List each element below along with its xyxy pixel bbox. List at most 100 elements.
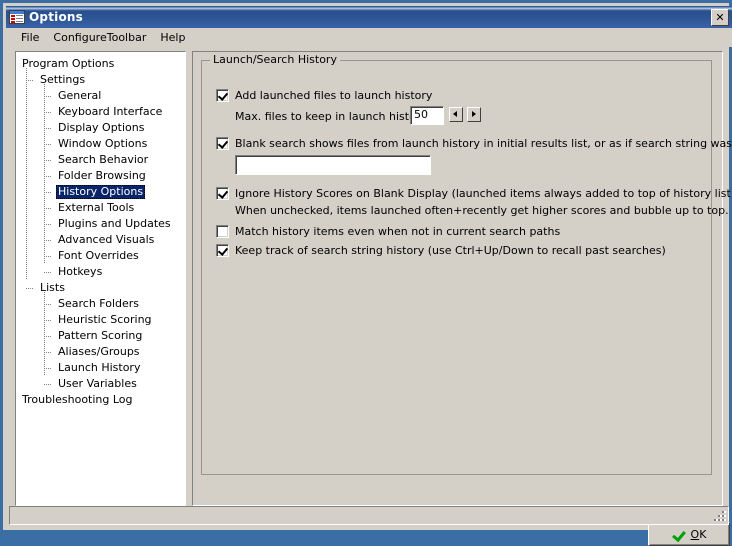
tree-connector	[44, 208, 51, 209]
tree-item-label: User Variables	[58, 377, 137, 390]
title-bar: Options ✕	[6, 6, 732, 28]
ok-rest: K	[699, 527, 707, 541]
tree-connector	[44, 240, 51, 241]
checkbox-row-ignore-scores[interactable]: Ignore History Scores on Blank Display (…	[216, 187, 732, 200]
label-add-launched: Add launched files to launch history	[235, 89, 433, 102]
tree-item-folder-browsing[interactable]: Folder Browsing	[16, 168, 185, 184]
tree-item-heuristic-scoring[interactable]: Heuristic Scoring	[16, 312, 185, 328]
tree-connector	[44, 292, 45, 376]
menu-item-help[interactable]: Help	[154, 30, 193, 46]
tree-item-display-options[interactable]: Display Options	[16, 120, 185, 136]
tree-item-label: General	[58, 89, 102, 102]
checkbox-match-history[interactable]	[216, 225, 229, 238]
tree-item-label: Advanced Visuals	[58, 233, 155, 246]
tree-item-user-variables[interactable]: User Variables	[16, 376, 185, 392]
tree-connector	[44, 192, 51, 193]
tree-connector	[44, 160, 51, 161]
tree-connector	[44, 304, 51, 305]
note-ignore-scores: When unchecked, items launched often+rec…	[235, 204, 729, 217]
tree-item-lists[interactable]: Lists	[16, 280, 185, 296]
tree-item-label: External Tools	[58, 201, 135, 214]
tree-item-history-options[interactable]: History Options	[16, 184, 185, 200]
ok-accel: O	[690, 527, 700, 541]
status-bar	[9, 506, 729, 525]
resize-grip-icon[interactable]	[714, 511, 726, 523]
tree-connector	[44, 256, 51, 257]
tree-item-plugins-and-updates[interactable]: Plugins and Updates	[16, 216, 185, 232]
triangle-right-icon[interactable]	[467, 107, 481, 122]
tree-connector	[44, 224, 51, 225]
tree-item-label: Aliases/Groups	[58, 345, 140, 358]
tree-connector	[44, 272, 51, 273]
checkbox-add-launched[interactable]	[216, 89, 229, 102]
tree-connector	[44, 320, 51, 321]
triangle-left-icon[interactable]	[449, 107, 463, 122]
options-tree: Program Options Settings General Keyboard I…	[16, 52, 185, 408]
tree-connector	[44, 368, 51, 369]
close-button[interactable]: ✕	[711, 8, 729, 26]
tree-connector	[44, 384, 51, 385]
tree-item-label: Display Options	[58, 121, 145, 134]
tree-item-aliases-groups[interactable]: Aliases/Groups	[16, 344, 185, 360]
input-max-files[interactable]: 50	[410, 106, 444, 125]
tree-item-label: Keyboard Interface	[58, 105, 163, 118]
tree-connector	[44, 176, 51, 177]
ok-button[interactable]: OK	[648, 522, 730, 546]
tree-connector	[44, 84, 45, 264]
tree-item-pattern-scoring[interactable]: Pattern Scoring	[16, 328, 185, 344]
tree-connector	[44, 352, 51, 353]
tree-item-settings[interactable]: Settings	[16, 72, 185, 88]
tree-connector	[26, 68, 27, 280]
close-icon: ✕	[715, 10, 725, 24]
tree-item-hotkeys[interactable]: Hotkeys	[16, 264, 185, 280]
tree-item-troubleshooting-log[interactable]: Troubleshooting Log	[16, 392, 185, 408]
menu-item-configuretoolbar[interactable]: ConfigureToolbar	[47, 30, 154, 46]
tree-item-label: Program Options	[22, 57, 115, 70]
tree-item-label: Troubleshooting Log	[22, 393, 133, 406]
checkbox-row-blank-search[interactable]: Blank search shows files from launch his…	[216, 137, 732, 150]
tree-item-external-tools[interactable]: External Tools	[16, 200, 185, 216]
options-tree-panel[interactable]: Program Options Settings General Keyboard I…	[15, 51, 186, 506]
tree-item-launch-history[interactable]: Launch History	[16, 360, 185, 376]
tree-connector	[26, 80, 33, 81]
tree-connector	[44, 144, 51, 145]
checkbox-ignore-scores[interactable]	[216, 187, 229, 200]
tree-item-font-overrides[interactable]: Font Overrides	[16, 248, 185, 264]
tree-item-advanced-visuals[interactable]: Advanced Visuals	[16, 232, 185, 248]
tree-item-general[interactable]: General	[16, 88, 185, 104]
label-match-history: Match history items even when not in cur…	[235, 225, 561, 238]
tree-item-label: Launch History	[58, 361, 141, 374]
menu-bar: File ConfigureToolbar Help	[6, 28, 732, 47]
tree-item-label: Settings	[40, 73, 86, 86]
tree-item-label: Search Folders	[58, 297, 140, 310]
tree-item-window-options[interactable]: Window Options	[16, 136, 185, 152]
blank-search-string-input[interactable]	[235, 155, 431, 175]
tree-connector	[44, 112, 51, 113]
settings-panel: Launch/Search History Add launched files…	[192, 51, 732, 506]
checkbox-keep-track[interactable]	[216, 244, 229, 257]
checkbox-row-match-history[interactable]: Match history items even when not in cur…	[216, 225, 560, 238]
label-max-files: Max. files to keep in launch history:	[235, 110, 430, 123]
tree-connector	[44, 128, 51, 129]
checkbox-row-add-launched[interactable]: Add launched files to launch history	[216, 89, 432, 102]
label-blank-search: Blank search shows files from launch his…	[235, 137, 732, 150]
menu-item-file[interactable]: File	[15, 30, 47, 46]
tree-item-search-behavior[interactable]: Search Behavior	[16, 152, 185, 168]
tree-item-label: Font Overrides	[58, 249, 139, 262]
tree-item-keyboard-interface[interactable]: Keyboard Interface	[16, 104, 185, 120]
tree-item-label: Lists	[40, 281, 65, 294]
checkbox-row-keep-track[interactable]: Keep track of search string history (use…	[216, 244, 666, 257]
green-check-icon	[672, 529, 685, 540]
tree-item-label: Hotkeys	[58, 265, 103, 278]
window-title: Options	[29, 10, 83, 24]
options-window-icon	[9, 10, 25, 24]
tree-item-label: History Options	[56, 185, 146, 199]
tree-connector	[26, 288, 33, 289]
tree-item-search-folders[interactable]: Search Folders	[16, 296, 185, 312]
tree-item-label: Folder Browsing	[58, 169, 146, 182]
tree-item-label: Search Behavior	[58, 153, 149, 166]
options-window: Options ✕ File ConfigureToolbar Help Pro…	[0, 0, 732, 546]
tree-item-program-options[interactable]: Program Options	[16, 56, 185, 72]
checkbox-blank-search[interactable]	[216, 137, 229, 150]
launch-search-history-group: Launch/Search History Add launched files…	[201, 54, 732, 475]
